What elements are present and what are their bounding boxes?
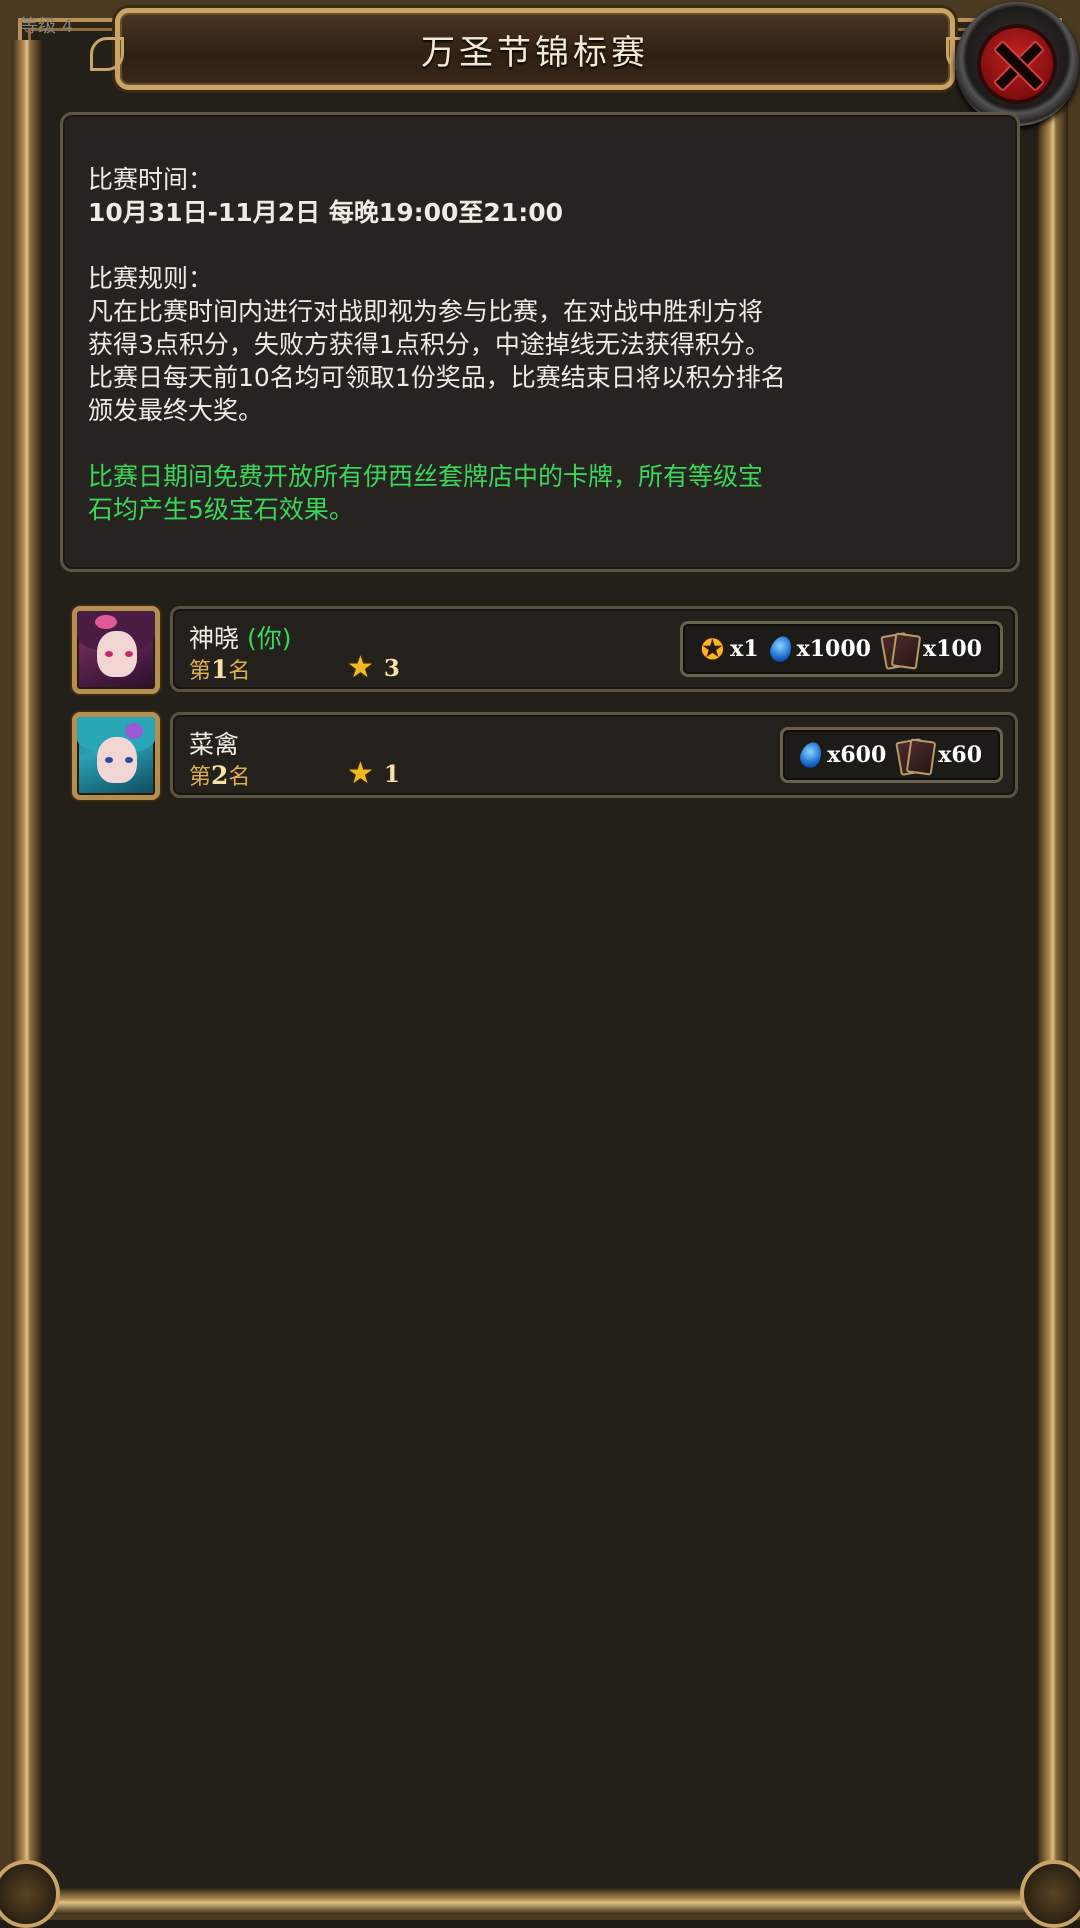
medal-icon: ✪ [700,632,725,666]
reward-medal: ✪ x1 [701,633,759,666]
reward-cards: x100 [880,632,982,670]
rules-text-line: 凡在比赛时间内进行对战即视为参与比赛，在对战中胜利方将 [88,297,764,326]
rules-panel: 比赛时间： 10月31日-11月2日 每晚19:00至21:00 比赛规则： 凡… [60,112,1020,572]
player-avatar[interactable] [72,712,160,800]
title-ornament [90,37,124,71]
reward-cards: x60 [895,738,982,776]
ranking-row[interactable]: 神晓 (你) 第1名 ★ 3 ✪ x1 x1000 x100 [170,606,1018,692]
player-name: 菜禽 [189,730,240,759]
star-icon: ★ [347,756,374,791]
rank-suffix: 名 [228,765,251,790]
rank-label: 第1名 [189,653,250,685]
player-name-row: 菜禽 [189,725,239,761]
player-name-row: 神晓 (你) [189,619,292,655]
rank-label: 第2名 [189,759,250,791]
frame-right-border [1038,40,1068,1880]
score-value: 1 [383,760,400,788]
score-display: ★ 1 [347,759,400,789]
rank-number: 2 [211,761,229,790]
title-bar: 万圣节锦标赛 [90,8,980,90]
reward-cards-count: x100 [922,636,982,662]
reward-medal-count: x1 [730,636,759,662]
star-icon: ★ [347,650,374,685]
reward-gem-count: x1000 [796,636,871,662]
rank-prefix: 第 [189,765,212,790]
free-notice-line: 比赛日期间免费开放所有伊西丝套牌店中的卡牌，所有等级宝 [88,462,764,491]
close-icon [977,24,1057,104]
frame-corner-ornament [1020,1860,1080,1928]
rules-heading: 比赛规则： [88,264,214,293]
rewards-box: ✪ x1 x1000 x100 [679,621,1003,677]
time-heading: 比赛时间： [88,165,214,194]
rules-text-line: 比赛日每天前10名均可领取1份奖品，比赛结束日将以积分排名 [88,363,786,392]
reward-gem-count: x600 [827,742,887,768]
rank-suffix: 名 [228,659,251,684]
gem-icon [766,633,795,665]
rules-text-line: 颁发最终大奖。 [88,396,264,425]
close-button[interactable] [955,2,1079,126]
rank-prefix: 第 [189,659,212,684]
frame-left-border [12,40,42,1880]
rank-number: 1 [211,655,229,684]
time-value: 10月31日-11月2日 每晚19:00至21:00 [88,198,564,227]
you-tag: (你) [247,624,292,653]
frame-bottom-border [30,1888,1050,1914]
score-display: ★ 3 [347,653,400,683]
player-name: 神晓 [189,624,240,653]
gem-icon [797,739,826,771]
reward-cards-count: x60 [938,742,982,768]
free-notice-line: 石均产生5级宝石效果。 [88,495,354,524]
page-title: 万圣节锦标赛 [421,32,649,73]
reward-gem: x1000 [766,633,871,665]
background-level-text: 等级 4 [20,16,74,37]
cards-icon [880,632,922,670]
score-value: 3 [383,654,400,682]
ranking-row[interactable]: 菜禽 第2名 ★ 1 x600 x60 [170,712,1018,798]
cards-icon [895,738,937,776]
rules-text-line: 获得3点积分，失败方获得1点积分，中途掉线无法获得积分。 [88,330,770,359]
player-avatar[interactable] [72,606,160,694]
rewards-box: x600 x60 [780,727,1003,783]
reward-gem: x600 [797,739,887,771]
